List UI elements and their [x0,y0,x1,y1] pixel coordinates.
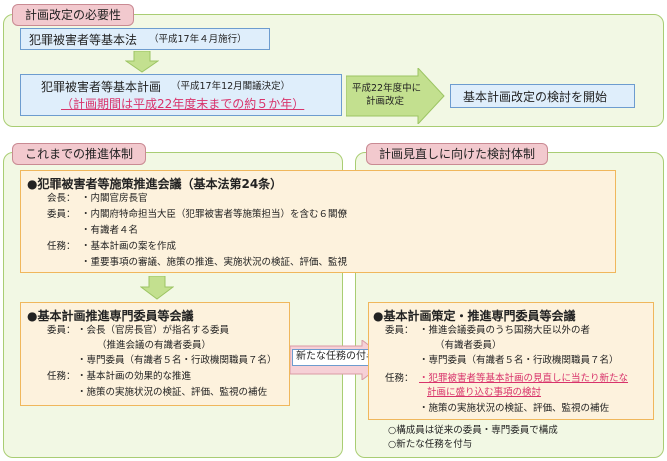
note-new-duty: ○新たな任務を付与 [388,439,473,450]
down-arrow-law-to-plan [125,51,159,73]
revision-start-box: 基本計画改定の検討を開始 [450,84,635,108]
strategy-duty-1a: ・犯罪被害者等基本計画の見直しに当たり新たな [419,373,629,384]
necessity-tab: 計画改定の必要性 [12,4,135,26]
council-title-overlay: ●犯罪被害者等施策推進会議（基本法第24条） [27,177,283,191]
revision-arrow-line2: 計画改定 [366,96,405,107]
committee-members-1b: （推進会議の有識者委員） [97,340,212,351]
down-arrow-left [140,276,174,300]
strategy-duty-1b: 計画に盛り込む事項の検討 [427,387,542,398]
current-system-tab: これまでの推進体制 [12,143,147,165]
basic-law-label: 犯罪被害者等基本法 [29,33,138,47]
basic-plan-label: 犯罪被害者等基本計画 [41,80,162,94]
strategy-duty-2: ・施策の実施状況の検証、評価、監視の補佐 [419,403,610,414]
committee-duty-label: 任務： [47,371,76,382]
promotion-committee-box: ●基本計画推進専門委員等会議 委員： ・会長（官房長官）が指名する委員 （推進会… [20,302,290,406]
promotion-council-overlay: ●犯罪被害者等施策推進会議（基本法第24条） 会長： ・内閣官房長官 委員： ・… [20,170,616,273]
committee-members-2: ・専門委員（有識者５名・行政機関職員７名） [77,355,277,366]
plan-period: （計画期間は平成22年度末までの約５か年） [61,97,305,111]
committee-members-1: ・会長（官房長官）が指名する委員 [77,325,230,336]
council-chair-label-overlay: 会長： [47,193,76,204]
strategy-members-label: 委員： [385,325,414,336]
council-members-2-overlay: ・有識者４名 [81,225,139,236]
council-members-label-overlay: 委員： [47,209,76,220]
committee-duty-2: ・施策の実施状況の検証、評価、監視の補佐 [77,387,268,398]
new-duty-label: 新たな任務の付与 [292,349,380,366]
strategy-members-2: ・専門委員（有識者５名・行政機関職員７名） [419,355,619,366]
strategy-members-1: ・推進会議委員のうち国務大臣以外の者 [419,325,591,336]
revision-start-label: 基本計画改定の検討を開始 [463,90,608,104]
committee-duty-1: ・基本計画の効果的な推進 [77,371,192,382]
council-chair-value-overlay: ・内閣官房長官 [81,193,148,204]
council-members-1-overlay: ・内閣府特命担当大臣（犯罪被害者等施策担当）を含む６閣僚 [81,209,348,220]
note-members: ○構成員は従来の委員・専門委員で構成 [388,425,558,436]
review-system-tab: 計画見直しに向けた検討体制 [366,143,549,165]
strategy-title: ●基本計画策定・推進専門委員等会議 [373,309,576,323]
basic-plan-note: （平成17年12月閣議決定） [171,81,291,92]
strategy-duty-label: 任務： [385,373,414,384]
basic-law-note: （平成17年４月施行） [149,34,247,45]
strategy-members-1b: （有識者委員） [435,340,502,351]
basic-plan-box: 犯罪被害者等基本計画 （平成17年12月閣議決定） （計画期間は平成22年度末ま… [20,74,342,116]
council-duty-label-overlay: 任務： [47,241,76,252]
committee-title: ●基本計画推進専門委員等会議 [27,309,194,323]
council-duty-2-overlay: ・重要事項の審議、施策の推進、実施状況の検証、評価、監視 [81,257,348,268]
strategy-committee-box: ●基本計画策定・推進専門委員等会議 委員： ・推進会議委員のうち国務大臣以外の者… [368,302,654,420]
revision-arrow-line1: 平成22年度中に [352,83,422,94]
basic-law-box: 犯罪被害者等基本法 （平成17年４月施行） [20,28,270,50]
committee-members-label: 委員： [47,325,76,336]
council-duty-1-overlay: ・基本計画の案を作成 [81,241,177,252]
